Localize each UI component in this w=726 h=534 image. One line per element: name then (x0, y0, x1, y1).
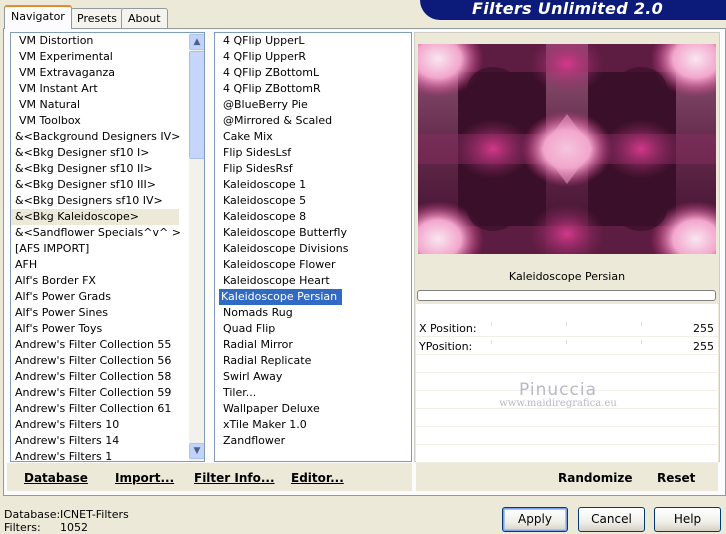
filter-item[interactable]: Kaleidoscope 8 (219, 209, 306, 225)
filter-item[interactable]: Kaleidoscope Divisions (219, 241, 348, 257)
param-empty-row (416, 374, 718, 391)
filter-item[interactable]: Radial Replicate (219, 353, 311, 369)
param-x-label: X Position: (419, 322, 477, 335)
right-command-bar: Randomize Reset (416, 463, 718, 491)
app-title-banner: Filters Unlimited 2.0 (420, 0, 726, 20)
category-item[interactable]: Alf's Border FX (11, 273, 179, 289)
filter-info-button[interactable]: Filter Info... (194, 471, 275, 485)
category-item[interactable]: [AFS IMPORT] (11, 241, 179, 257)
apply-button[interactable]: Apply (502, 507, 568, 532)
category-item[interactable]: &<Bkg Designer sf10 III> (11, 177, 179, 193)
category-item[interactable]: AFH (11, 257, 179, 273)
filter-item[interactable]: Kaleidoscope 5 (219, 193, 306, 209)
category-item[interactable]: VM Natural (11, 97, 179, 113)
selected-filter-name: Kaleidoscope Persian (416, 268, 718, 286)
help-button[interactable]: Help (654, 507, 721, 532)
tab-presets[interactable]: Presets (70, 8, 125, 28)
scroll-up-button[interactable]: ▲ (189, 34, 204, 50)
category-item[interactable]: Andrew's Filters 1 (11, 449, 179, 461)
param-empty-row (416, 356, 718, 373)
filter-item[interactable]: Cake Mix (219, 129, 273, 145)
filter-item[interactable]: xTile Maker 1.0 (219, 417, 307, 433)
param-empty-row (416, 428, 718, 445)
category-item[interactable]: Andrew's Filter Collection 58 (11, 369, 179, 385)
category-item[interactable]: Andrew's Filter Collection 59 (11, 385, 179, 401)
filter-item[interactable]: 4 QFlip ZBottomL (219, 65, 319, 81)
status-filters: Filters: 1052 (4, 521, 88, 534)
filter-item[interactable]: Zandflower (219, 433, 285, 449)
category-item[interactable]: &<Bkg Designers sf10 IV> (11, 193, 179, 209)
category-item[interactable]: VM Distortion (11, 33, 179, 49)
category-item[interactable]: &<Bkg Designer sf10 I> (11, 145, 179, 161)
progress-bar (417, 290, 716, 301)
filter-item[interactable]: 4 QFlip ZBottomR (219, 81, 321, 97)
filter-list[interactable]: 4 QFlip UpperL 4 QFlip UpperR 4 QFlip ZBot… (214, 32, 412, 462)
database-button[interactable]: Database (24, 471, 88, 485)
param-x-value: 255 (693, 322, 714, 335)
import-button[interactable]: Import... (115, 471, 174, 485)
tab-navigator[interactable]: Navigator (4, 5, 72, 29)
status-filters-value: 1052 (60, 521, 88, 534)
param-y-value: 255 (693, 340, 714, 353)
status-filters-label: Filters: (4, 521, 41, 534)
category-item[interactable]: Andrew's Filters 14 (11, 433, 179, 449)
app-title: Filters Unlimited 2.0 (472, 0, 664, 18)
category-item[interactable]: &<Background Designers IV> (11, 129, 180, 145)
editor-button[interactable]: Editor... (291, 471, 344, 485)
cancel-button[interactable]: Cancel (578, 507, 645, 532)
filter-item[interactable]: Kaleidoscope Persian (219, 289, 343, 305)
category-item[interactable]: Andrew's Filter Collection 56 (11, 353, 179, 369)
tab-about[interactable]: About (121, 8, 168, 28)
param-y-position[interactable]: YPosition: 255 (416, 338, 718, 355)
filter-item[interactable]: Radial Mirror (219, 337, 293, 353)
filter-item[interactable]: 4 QFlip UpperL (219, 33, 305, 49)
scroll-thumb[interactable] (189, 51, 204, 159)
scroll-down-button[interactable]: ▼ (189, 443, 204, 459)
category-item[interactable]: VM Instant Art (11, 81, 179, 97)
category-item[interactable]: &<Bkg Designer sf10 II> (11, 161, 179, 177)
category-item[interactable]: VM Experimental (11, 49, 179, 65)
category-item[interactable]: VM Extravaganza (11, 65, 179, 81)
filter-item[interactable]: Nomads Rug (219, 305, 293, 321)
filter-item[interactable]: Kaleidoscope 1 (219, 177, 306, 193)
filter-item[interactable]: Tiler... (219, 385, 256, 401)
filter-item[interactable]: 4 QFlip UpperR (219, 49, 306, 65)
param-y-label: YPosition: (419, 340, 473, 353)
param-x-position[interactable]: X Position: 255 (416, 320, 718, 337)
filter-item[interactable]: Kaleidoscope Heart (219, 273, 330, 289)
filter-item[interactable]: @BlueBerry Pie (219, 97, 308, 113)
randomize-button[interactable]: Randomize (558, 471, 632, 485)
status-database-label: Database: (4, 508, 61, 521)
filter-item[interactable]: Wallpaper Deluxe (219, 401, 320, 417)
filter-item[interactable]: Flip SidesRsf (219, 161, 293, 177)
filter-item[interactable]: Swirl Away (219, 369, 282, 385)
filter-item[interactable]: @Mirrored & Scaled (219, 113, 332, 129)
filter-preview-image (418, 44, 716, 254)
param-empty-row (416, 392, 718, 409)
category-item[interactable]: Alf's Power Sines (11, 305, 179, 321)
status-database-value: ICNET-Filters (60, 508, 129, 521)
param-empty-row (416, 446, 718, 463)
category-item[interactable]: &<Bkg Kaleidoscope> (11, 209, 179, 225)
status-database: Database: ICNET-Filters (4, 508, 129, 521)
left-command-bar: Database Import... Filter Info... Editor… (7, 463, 412, 491)
filter-item[interactable]: Flip SidesLsf (219, 145, 291, 161)
reset-button[interactable]: Reset (657, 471, 695, 485)
category-item[interactable]: Andrew's Filter Collection 61 (11, 401, 179, 417)
category-scrollbar[interactable]: ▲ ▼ (189, 33, 204, 461)
category-item[interactable]: VM Toolbox (11, 113, 179, 129)
category-item[interactable]: &<Sandflower Specials^v^ > (11, 225, 181, 241)
category-item[interactable]: Alf's Power Toys (11, 321, 179, 337)
filter-item[interactable]: Quad Flip (219, 321, 275, 337)
category-list[interactable]: VM Distortion VM Experimental VM Extravaga… (10, 32, 205, 462)
category-item[interactable]: Andrew's Filter Collection 55 (11, 337, 179, 353)
category-item[interactable]: Alf's Power Grads (11, 289, 179, 305)
filter-item[interactable]: Kaleidoscope Flower (219, 257, 336, 273)
filter-item[interactable]: Kaleidoscope Butterfly (219, 225, 347, 241)
param-empty-row (416, 410, 718, 427)
category-item[interactable]: Andrew's Filters 10 (11, 417, 179, 433)
